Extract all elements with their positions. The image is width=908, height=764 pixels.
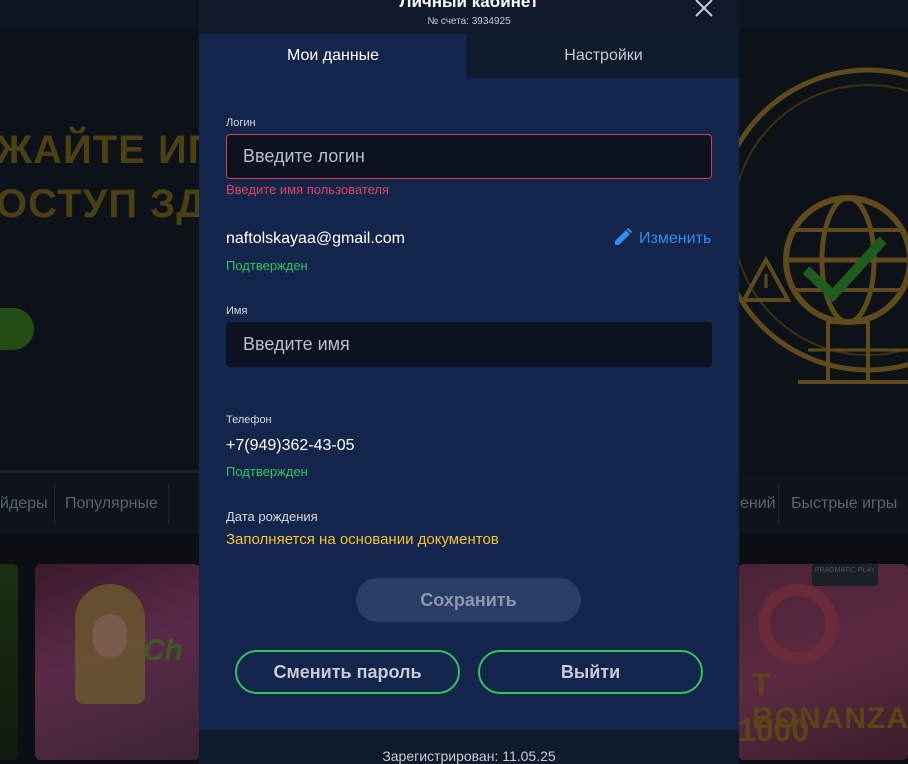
tab-my-data[interactable]: Мои данные (199, 34, 467, 78)
birthdate-label: Дата рождения (226, 509, 318, 524)
login-input[interactable]: Введите логин (226, 134, 712, 179)
modal-footer: Зарегистрирован: 11.05.25 (199, 730, 739, 764)
game-logo: 1000 (738, 712, 810, 748)
account-number: № счета: 3934925 (427, 16, 511, 27)
name-label: Имя (226, 305, 248, 317)
security-emblem-icon (715, 60, 908, 480)
profile-tabs: Мои данные Настройки (199, 34, 739, 78)
game-art (758, 584, 838, 664)
edit-email-label: Изменить (639, 230, 712, 247)
name-input[interactable]: Введите имя (226, 322, 712, 367)
banner-progress (0, 470, 200, 473)
pencil-icon (613, 227, 633, 252)
game-art (93, 614, 127, 658)
modal-header: Личный кабинет № счета: 3934925 (199, 0, 739, 34)
tab-divider (467, 34, 468, 78)
game-tile[interactable]: T BONANZA 1000 (738, 564, 908, 760)
category-divider (168, 484, 169, 524)
category-item[interactable]: ений (740, 495, 776, 513)
game-tile[interactable]: Ch (35, 564, 200, 760)
category-divider (778, 484, 779, 524)
registration-date: Зарегистрирован: 11.05.25 (382, 748, 556, 764)
category-item[interactable]: Популярные (65, 495, 158, 513)
tab-settings[interactable]: Настройки (468, 34, 739, 78)
category-item[interactable]: Быстрые игры (791, 495, 897, 513)
change-password-button[interactable]: Сменить пароль (235, 650, 460, 694)
birthdate-note: Заполняется на основании документов (226, 531, 499, 548)
email-status: Подтвержден (226, 258, 308, 273)
modal-title: Личный кабинет (399, 0, 539, 11)
banner-headline-line2: ОСТУП ЗД (0, 182, 206, 226)
phone-value: +7(949)362-43-05 (226, 437, 355, 454)
save-button[interactable]: Сохранить (356, 578, 581, 622)
phone-label: Телефон (226, 414, 272, 426)
category-divider (54, 484, 55, 524)
phone-status: Подтвержден (226, 464, 308, 479)
edit-email-button[interactable]: Изменить (613, 227, 712, 252)
provider-badge: PRAGMATIC PLAY (812, 564, 878, 586)
login-label: Логин (226, 117, 256, 129)
email-value: naftolskayaa@gmail.com (226, 230, 405, 247)
account-modal: Личный кабинет № счета: 3934925 Мои данн… (199, 0, 739, 764)
logout-button[interactable]: Выйти (478, 650, 703, 694)
banner-headline-line1: ЖАЙТЕ ИГ (0, 128, 212, 172)
game-logo: Ch (143, 634, 183, 667)
game-tile[interactable] (0, 564, 18, 760)
banner-cta-button[interactable] (0, 308, 34, 350)
login-error: Введите имя пользователя (226, 182, 390, 197)
category-item[interactable]: йдеры (0, 495, 48, 513)
close-icon[interactable] (692, 0, 716, 20)
